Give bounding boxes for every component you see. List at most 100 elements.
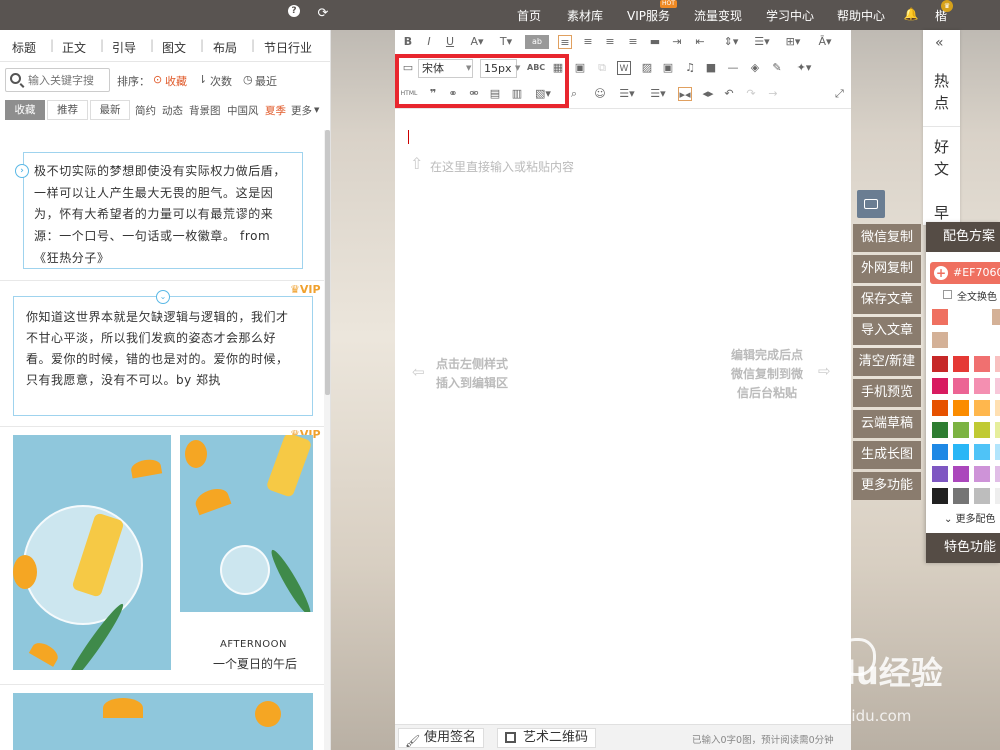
redo-icon[interactable]: ↷: [744, 87, 758, 101]
color-swatch[interactable]: [932, 466, 948, 482]
color-swatch[interactable]: [953, 422, 969, 438]
nav-monetize[interactable]: 流量变现: [694, 7, 742, 24]
indent-icon[interactable]: ⇥: [670, 35, 684, 49]
color-swatch[interactable]: [974, 488, 990, 504]
double-chevron-left-icon[interactable]: «: [935, 35, 944, 51]
color-swatch[interactable]: [995, 422, 1000, 438]
filter-tab-recommended[interactable]: 推荐: [47, 100, 88, 120]
special-functions-button[interactable]: 特色功能: [926, 533, 1000, 563]
color-swatch[interactable]: [995, 356, 1000, 372]
summer-photo-thumb[interactable]: [155, 693, 313, 750]
scrollbar[interactable]: [324, 130, 330, 750]
recent-color-swatch[interactable]: [932, 332, 948, 348]
unordered-list-icon[interactable]: ☰▾: [647, 87, 669, 101]
refresh-icon[interactable]: ⟳: [315, 6, 331, 22]
style-background[interactable]: 背景图: [189, 103, 221, 118]
nav-vip[interactable]: VIP服务: [627, 7, 670, 24]
tab-hot[interactable]: 热 点: [934, 70, 952, 114]
editor-placeholder[interactable]: 在这里直接输入或粘贴内容: [430, 158, 574, 175]
tab-title[interactable]: 标题: [12, 39, 36, 56]
emoji-icon[interactable]: ☺: [593, 87, 607, 101]
paragraph-spacing-icon[interactable]: ☰▾: [751, 35, 773, 49]
color-swatch[interactable]: [974, 356, 990, 372]
filter-tab-favorites[interactable]: 收藏: [5, 100, 45, 120]
tab-body[interactable]: 正文: [62, 39, 86, 56]
ltr-icon[interactable]: ▸◂: [678, 87, 692, 101]
underline-icon[interactable]: U: [443, 35, 457, 49]
save-article-button[interactable]: 保存文章: [853, 286, 921, 314]
help-icon[interactable]: ?: [288, 5, 300, 17]
sort-count[interactable]: 次数: [210, 73, 232, 89]
color-swatch[interactable]: [974, 466, 990, 482]
format-brush-icon[interactable]: ✎: [770, 61, 784, 75]
plus-icon[interactable]: +: [934, 266, 948, 280]
search-input[interactable]: [28, 72, 108, 88]
ordered-list-icon[interactable]: ☰▾: [616, 87, 638, 101]
import-article-button[interactable]: 导入文章: [853, 317, 921, 345]
quote-template-2[interactable]: 你知道这世界本就是欠缺逻辑与逻辑的，我们才不甘心平淡，所以我们发疯的姿态才会那么…: [13, 296, 313, 416]
more-functions-button[interactable]: 更多功能: [853, 472, 921, 500]
forward-icon[interactable]: →: [766, 87, 780, 101]
gallery-icon[interactable]: ▣: [661, 61, 675, 75]
color-swatch[interactable]: [932, 356, 948, 372]
undo-icon[interactable]: ↶: [722, 87, 736, 101]
color-swatch[interactable]: [974, 422, 990, 438]
text-style-icon[interactable]: T▾: [495, 35, 517, 49]
external-copy-button[interactable]: 外网复制: [853, 255, 921, 283]
align-right-icon[interactable]: ≡: [603, 35, 617, 49]
tab-image-text[interactable]: 图文: [162, 39, 186, 56]
color-swatch[interactable]: [932, 444, 948, 460]
color-swatch[interactable]: [932, 488, 948, 504]
search-replace-icon[interactable]: ⌕: [567, 87, 581, 101]
picture-icon[interactable]: ▨: [640, 61, 654, 75]
style-animated[interactable]: 动态: [162, 103, 183, 118]
quote-template-1[interactable]: 极不切实际的梦想即使没有实际权力做后盾，一样可以让人产生最大无畏的胆气。这是因为…: [23, 152, 303, 269]
tab-morning[interactable]: 早: [934, 202, 952, 224]
color-swatch[interactable]: [932, 422, 948, 438]
style-more[interactable]: 更多: [291, 103, 312, 118]
scroll-thumb[interactable]: [325, 130, 330, 395]
italic-icon[interactable]: I: [422, 35, 436, 49]
sort-favorites[interactable]: 收藏: [165, 73, 187, 89]
bell-icon[interactable]: 🔔: [903, 6, 919, 22]
color-swatch[interactable]: [995, 400, 1000, 416]
color-swatch[interactable]: [932, 378, 948, 394]
music-icon[interactable]: ♫: [683, 61, 697, 75]
copy-icon[interactable]: ⧉: [595, 61, 609, 75]
bold-icon[interactable]: B: [401, 35, 415, 49]
long-image-button[interactable]: 生成长图: [853, 441, 921, 469]
rtl-icon[interactable]: ◂▸: [701, 87, 715, 101]
color-swatch[interactable]: [974, 378, 990, 394]
word-icon[interactable]: W: [617, 61, 631, 75]
eraser-icon[interactable]: ◈: [748, 61, 762, 75]
search-icon[interactable]: [10, 73, 21, 84]
vertical-align-icon[interactable]: ▬: [648, 35, 662, 49]
current-color-chip[interactable]: + #EF7060: [930, 262, 1000, 284]
color-swatch[interactable]: [953, 444, 969, 460]
style-simple[interactable]: 简约: [135, 103, 156, 118]
nav-materials[interactable]: 素材库: [567, 7, 603, 24]
nav-help[interactable]: 帮助中心: [837, 7, 885, 24]
recent-color-swatch[interactable]: [932, 309, 948, 325]
align-left-icon[interactable]: ≡: [558, 35, 572, 49]
color-swatch[interactable]: [953, 378, 969, 394]
summer-photo-right[interactable]: [180, 435, 313, 612]
video-icon[interactable]: ■: [704, 61, 718, 75]
art-qrcode-button[interactable]: 艺术二维码: [497, 728, 597, 748]
nav-home[interactable]: 首页: [517, 7, 541, 24]
color-swatch[interactable]: [995, 488, 1000, 504]
sort-recent[interactable]: 最近: [255, 73, 277, 89]
tab-good-articles[interactable]: 好 文: [934, 136, 952, 180]
clear-new-button[interactable]: 清空/新建: [853, 348, 921, 376]
magic-wand-icon[interactable]: ✦▾: [793, 61, 815, 75]
summer-photo-left[interactable]: [13, 435, 171, 670]
summer-photo-thumb[interactable]: [13, 693, 159, 750]
clear-format-icon[interactable]: Ā▾: [813, 35, 837, 49]
style-chinese[interactable]: 中国风: [227, 103, 259, 118]
nav-learning[interactable]: 学习中心: [766, 7, 814, 24]
tab-holiday[interactable]: 节日行业: [264, 39, 312, 56]
color-swatch[interactable]: [953, 488, 969, 504]
swap-color-checkbox[interactable]: [943, 290, 952, 299]
mobile-preview-button[interactable]: 手机预览: [853, 379, 921, 407]
outdent-icon[interactable]: ⇤: [693, 35, 707, 49]
